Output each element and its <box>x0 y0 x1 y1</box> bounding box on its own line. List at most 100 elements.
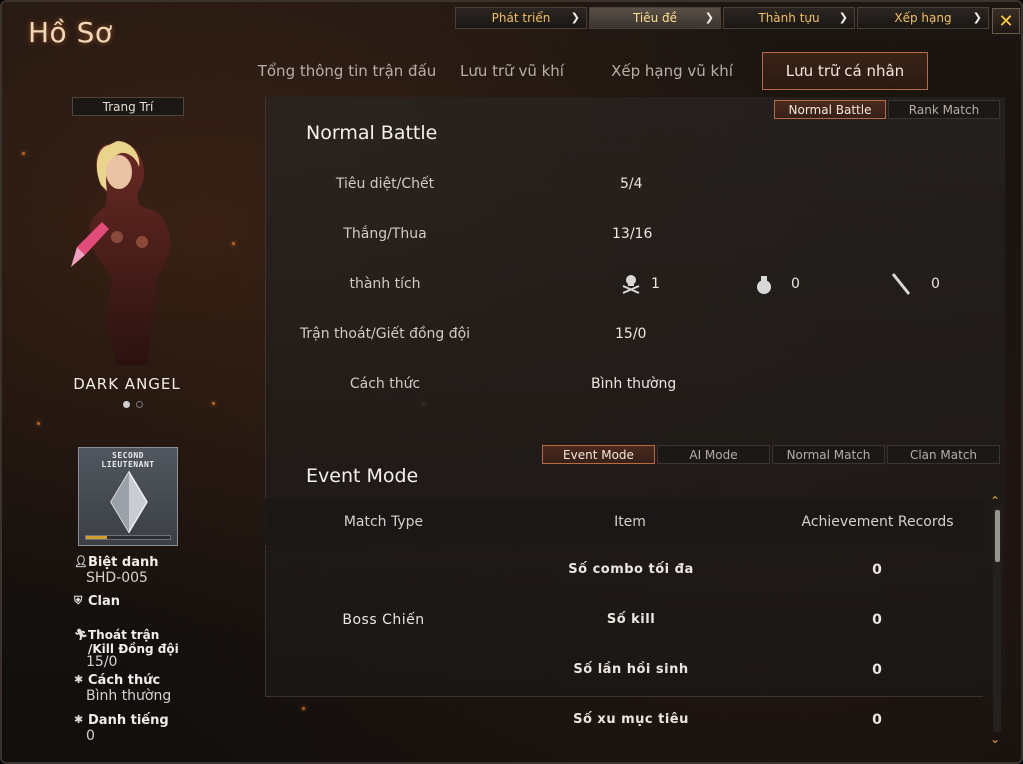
stat-label: thành tích <box>349 276 421 292</box>
achievement-value: 0 <box>931 276 940 292</box>
character-name: DARK ANGEL <box>73 375 181 393</box>
profile-style: ✱ Cách thức Bình thường <box>74 673 171 704</box>
tab-xep-hang-vu-khi[interactable]: Xếp hạng vũ khí <box>582 52 762 90</box>
nickname-label: Biệt danh <box>88 555 159 570</box>
profile-fame: ✱ Danh tiếng 0 <box>74 713 169 744</box>
rank-progress-fill <box>86 536 107 539</box>
tab-normal-match[interactable]: Normal Match <box>772 445 885 464</box>
stat-value: 13/16 <box>612 226 653 242</box>
topnav-phat-trien[interactable]: Phát triển ❯ <box>455 7 587 29</box>
stat-label: Cách thức <box>349 376 421 392</box>
rank-title: SECOND LIEUTENANT <box>79 451 177 469</box>
clan-shield-icon: ⛨ <box>74 594 83 607</box>
topnav-tieu-de[interactable]: Tiêu đề ❯ <box>589 7 721 29</box>
tab-ai-mode[interactable]: AI Mode <box>657 445 770 464</box>
column-header: Achievement Records <box>801 514 954 530</box>
main-tabs: Tổng thông tin trận đấu Lưu trữ vũ khí X… <box>252 52 928 90</box>
spark-decoration <box>232 242 235 245</box>
close-icon: ✕ <box>998 10 1014 32</box>
tab-luu-tru-vu-khi[interactable]: Lưu trữ vũ khí <box>442 52 582 90</box>
stat-value: Bình thường <box>591 376 677 392</box>
normal-battle-title: Normal Battle <box>306 122 438 144</box>
nickname-value: SHD-005 <box>86 570 148 586</box>
style-value: Bình thường <box>86 688 172 704</box>
item-cell: Số lần hồi sinh <box>573 662 689 677</box>
profile-clan: ⛨ Clan <box>74 594 120 609</box>
spark-decoration <box>37 422 40 425</box>
person-icon: 👤︎ <box>74 555 88 568</box>
clan-label: Clan <box>88 594 121 609</box>
scroll-down-icon[interactable]: ⌄ <box>990 732 1000 746</box>
record-cell: 0 <box>872 612 882 628</box>
achievement-value: 1 <box>651 276 660 292</box>
topnav-label: Phát triển <box>491 11 551 25</box>
profile-escape: 🏃︎ Thoát trận /Kill Đồng đội 15/0 <box>74 628 184 670</box>
record-cell: 0 <box>872 562 882 578</box>
grenade-icon <box>755 273 773 299</box>
chevron-right-icon: ❯ <box>838 11 848 24</box>
decor-button[interactable]: Trang Trí <box>72 97 184 116</box>
profile-window: Hồ Sơ Phát triển ❯ Tiêu đề ❯ Thành tựu ❯… <box>0 0 1023 764</box>
knife-icon <box>890 272 912 300</box>
window-title: Hồ Sơ <box>28 16 113 49</box>
scrollbar-thumb[interactable] <box>995 510 1000 562</box>
rank-progress-bar <box>85 535 171 540</box>
rank-diamond-icon <box>110 470 148 534</box>
topnav-label: Thành tựu <box>758 11 820 25</box>
stat-label: Trận thoát/Giết đồng đội <box>299 326 471 342</box>
event-table-header: Match Type Item Achievement Records <box>265 499 985 545</box>
item-cell: Số xu mục tiêu <box>573 712 689 727</box>
row-divider <box>265 696 983 697</box>
scroll-up-icon[interactable]: ⌃ <box>990 494 1000 508</box>
stat-value: 15/0 <box>615 326 647 342</box>
column-header: Item <box>614 514 646 530</box>
gear-icon: ✱ <box>74 713 84 726</box>
spark-decoration <box>22 152 25 155</box>
record-cell: 0 <box>872 712 882 728</box>
spark-decoration <box>212 402 215 405</box>
top-nav: Phát triển ❯ Tiêu đề ❯ Thành tựu ❯ Xếp h… <box>455 7 989 29</box>
match-type-cell: Boss Chiến <box>342 612 425 628</box>
rank-card: SECOND LIEUTENANT <box>78 447 178 546</box>
topnav-label: Xếp hạng <box>894 11 952 25</box>
column-header: Match Type <box>343 514 424 530</box>
rank-match-button[interactable]: Rank Match <box>888 100 1000 119</box>
stat-label: Tiêu diệt/Chết <box>335 176 435 192</box>
achievement-value: 0 <box>791 276 800 292</box>
battle-mode-toggle: Normal Battle Rank Match <box>774 100 1000 119</box>
tab-luu-tru-ca-nhan[interactable]: Lưu trữ cá nhân <box>762 52 928 90</box>
profile-nickname: 👤︎ Biệt danh SHD-005 <box>74 555 159 586</box>
character-portrait <box>57 127 207 367</box>
fame-label: Danh tiếng <box>88 713 169 728</box>
carousel-dots <box>123 401 143 408</box>
event-mode-tabs: Event Mode AI Mode Normal Match Clan Mat… <box>542 445 1000 464</box>
tab-clan-match[interactable]: Clan Match <box>887 445 1000 464</box>
rank-title-line: LIEUTENANT <box>101 460 155 469</box>
close-button[interactable]: ✕ <box>992 8 1020 34</box>
spark-decoration <box>302 707 305 710</box>
chevron-right-icon: ❯ <box>972 11 982 24</box>
normal-battle-button[interactable]: Normal Battle <box>774 100 886 119</box>
tab-event-mode[interactable]: Event Mode <box>542 445 655 464</box>
fame-value: 0 <box>86 728 95 744</box>
record-cell: 0 <box>872 662 882 678</box>
topnav-label: Tiêu đề <box>632 11 678 25</box>
carousel-dot[interactable] <box>123 401 130 408</box>
item-cell: Số combo tối đa <box>568 562 694 577</box>
stat-label: Thắng/Thua <box>343 226 427 242</box>
escape-value: 15/0 <box>86 654 118 670</box>
stat-value: 5/4 <box>620 176 643 192</box>
rank-title-line: SECOND <box>112 451 144 460</box>
skull-crossbones-icon <box>620 272 642 298</box>
topnav-thanh-tuu[interactable]: Thành tựu ❯ <box>723 7 855 29</box>
carousel-dot[interactable] <box>136 401 143 408</box>
event-mode-title: Event Mode <box>306 465 419 487</box>
escape-label: Thoát trận /Kill Đồng đội <box>88 628 179 656</box>
topnav-xep-hang[interactable]: Xếp hạng ❯ <box>857 7 989 29</box>
tab-tong-thong-tin[interactable]: Tổng thông tin trận đấu <box>252 52 442 90</box>
running-icon: 🏃︎ <box>74 628 88 641</box>
style-label: Cách thức <box>88 673 161 688</box>
chevron-right-icon: ❯ <box>570 11 580 24</box>
chevron-right-icon: ❯ <box>704 11 714 24</box>
gear-icon: ✱ <box>74 673 84 686</box>
